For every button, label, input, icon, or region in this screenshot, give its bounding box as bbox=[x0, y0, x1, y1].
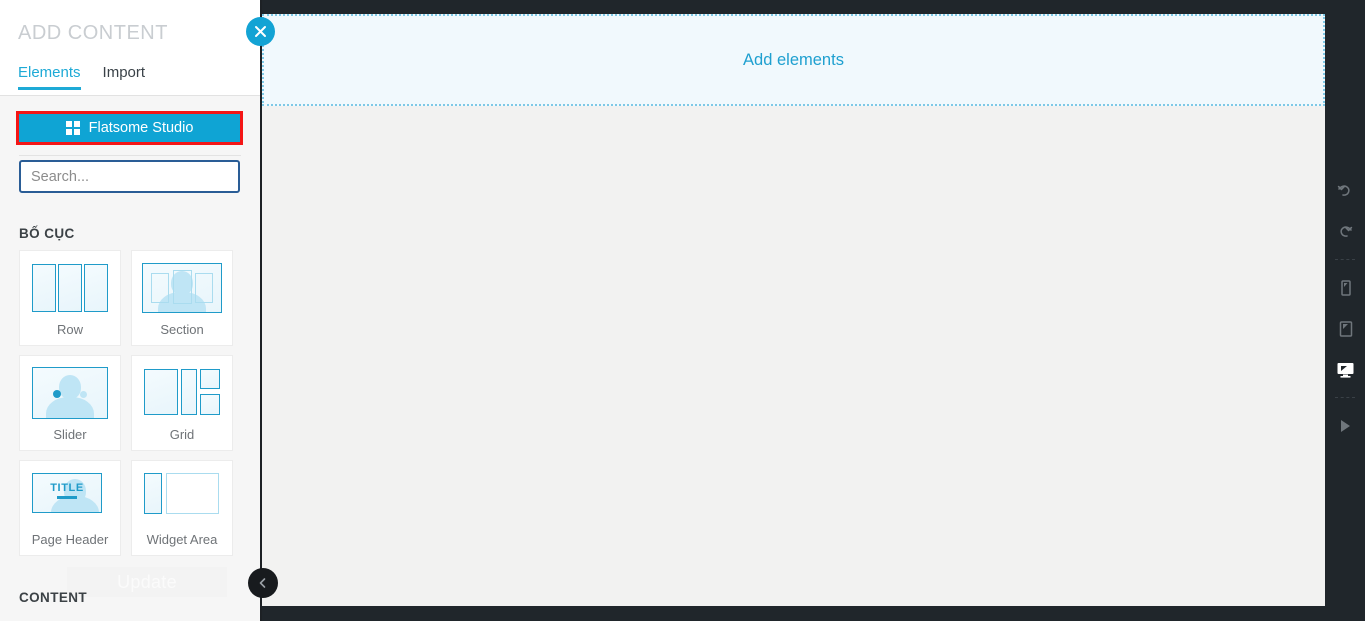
toolbar-divider bbox=[1335, 397, 1355, 398]
chevron-left-icon bbox=[259, 578, 266, 588]
panel-tabs: Elements Import bbox=[18, 64, 145, 90]
section-heading-content: CONTENT bbox=[19, 590, 88, 605]
section-icon bbox=[140, 260, 224, 316]
slider-icon bbox=[28, 365, 112, 421]
page-header-thumb-text: TITLE bbox=[50, 482, 84, 495]
card-label: Section bbox=[160, 322, 204, 337]
ghost-update-button: Update bbox=[67, 567, 227, 597]
undo-button[interactable] bbox=[1325, 170, 1365, 211]
app-root: Add elements ADD CONTENT Elements Import… bbox=[0, 0, 1365, 621]
element-card-grid[interactable]: Grid bbox=[131, 355, 233, 451]
tab-import[interactable]: Import bbox=[103, 64, 146, 90]
bottom-dark-bar bbox=[262, 606, 1365, 621]
card-label: Page Header bbox=[31, 532, 109, 547]
element-card-row[interactable]: Row bbox=[19, 250, 121, 346]
preview-button[interactable] bbox=[1325, 405, 1365, 446]
row-icon bbox=[28, 260, 112, 316]
editor-canvas[interactable]: Add elements bbox=[262, 14, 1325, 606]
tablet-icon bbox=[1339, 321, 1352, 337]
desktop-view-button[interactable] bbox=[1325, 349, 1365, 390]
mobile-icon bbox=[1340, 280, 1351, 296]
undo-icon bbox=[1337, 184, 1350, 196]
add-elements-dropzone[interactable]: Add elements bbox=[262, 14, 1325, 106]
mobile-view-button[interactable] bbox=[1325, 267, 1365, 308]
element-card-section[interactable]: Section bbox=[131, 250, 233, 346]
element-card-page-header[interactable]: TITLE Page Header bbox=[19, 460, 121, 556]
top-dark-bar bbox=[262, 0, 1365, 14]
page-title: ADD CONTENT bbox=[18, 22, 168, 44]
widget-area-icon bbox=[140, 470, 224, 526]
panel-header: ADD CONTENT Elements Import bbox=[0, 0, 260, 96]
card-label: Widget Area bbox=[146, 532, 218, 547]
grid-icon bbox=[65, 121, 80, 135]
close-panel-button[interactable] bbox=[246, 17, 275, 46]
card-label: Slider bbox=[53, 427, 87, 442]
layout-card-grid: Row Section Slider Grid TITLE Page Heade… bbox=[19, 250, 241, 556]
card-label: Grid bbox=[169, 427, 195, 442]
collapse-panel-button[interactable] bbox=[248, 568, 278, 598]
redo-button[interactable] bbox=[1325, 211, 1365, 252]
redo-icon bbox=[1340, 225, 1353, 237]
element-card-slider[interactable]: Slider bbox=[19, 355, 121, 451]
right-toolbar bbox=[1325, 0, 1365, 621]
section-heading-layout: BỐ CỤC bbox=[19, 226, 75, 241]
page-header-icon: TITLE bbox=[28, 470, 112, 526]
play-icon bbox=[1341, 419, 1350, 432]
divider bbox=[19, 155, 241, 156]
tablet-view-button[interactable] bbox=[1325, 308, 1365, 349]
tab-elements[interactable]: Elements bbox=[18, 64, 81, 90]
add-content-panel: ADD CONTENT Elements Import Flatsome Stu… bbox=[0, 0, 260, 621]
grid-layout-icon bbox=[140, 365, 224, 421]
card-label: Row bbox=[56, 322, 83, 337]
close-icon bbox=[255, 26, 266, 37]
element-card-widget-area[interactable]: Widget Area bbox=[131, 460, 233, 556]
toolbar-divider bbox=[1335, 259, 1355, 260]
search-input[interactable] bbox=[19, 160, 240, 193]
flatsome-studio-button[interactable]: Flatsome Studio bbox=[16, 111, 243, 145]
flatsome-studio-label: Flatsome Studio bbox=[88, 120, 194, 136]
desktop-icon bbox=[1337, 363, 1353, 378]
add-elements-label: Add elements bbox=[743, 50, 844, 69]
